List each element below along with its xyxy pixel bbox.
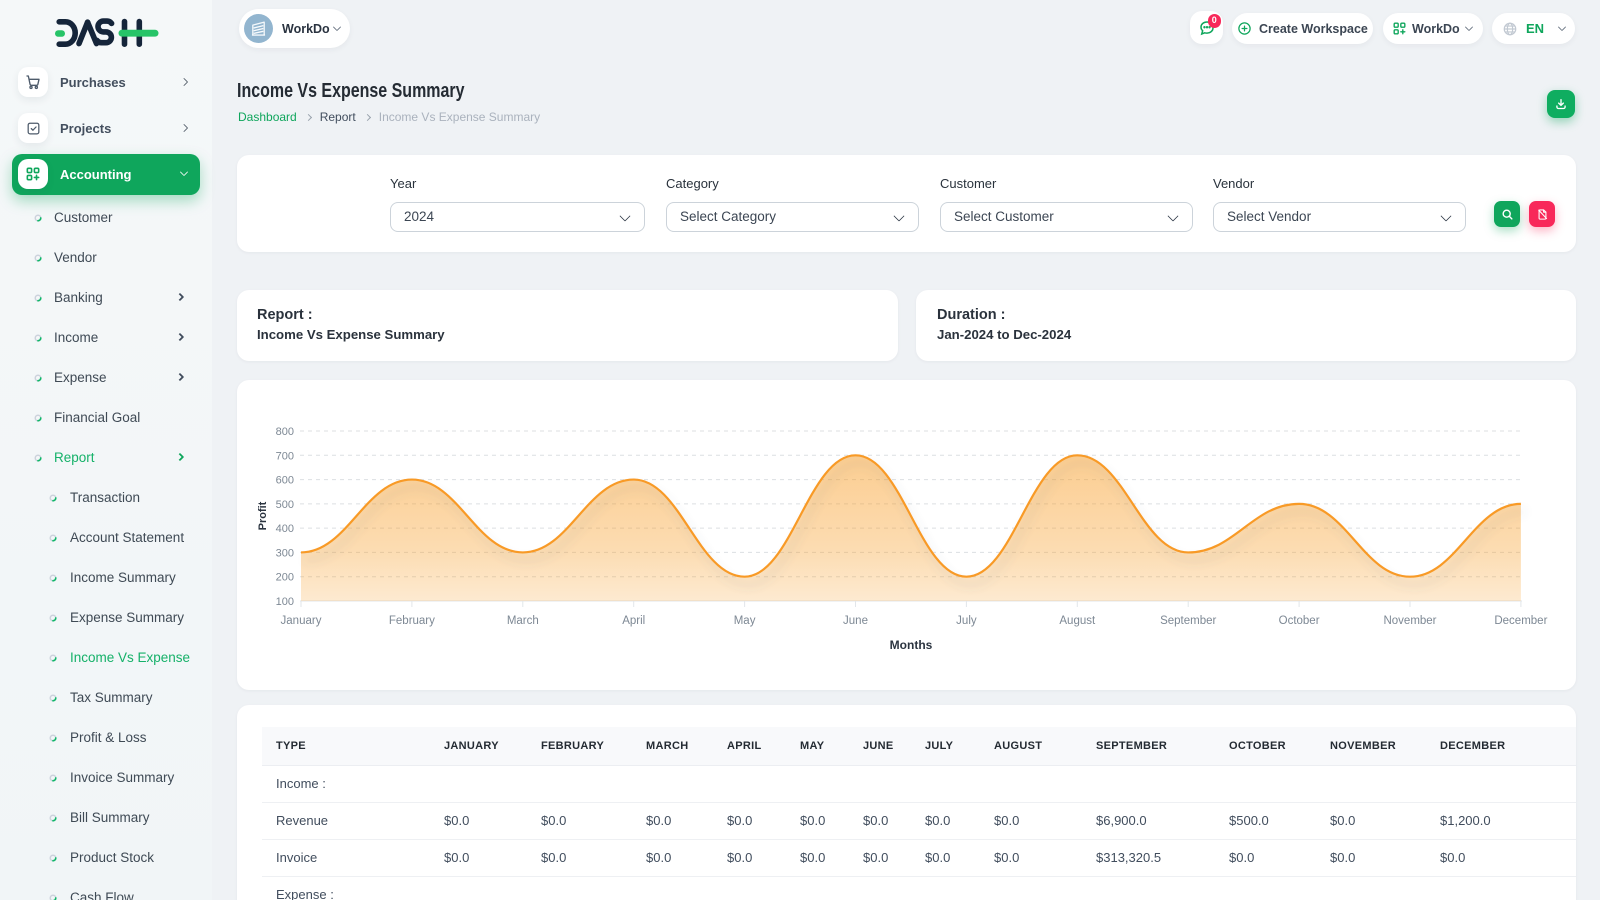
svg-text:December: December	[1494, 615, 1547, 627]
svg-text:September: September	[1160, 615, 1216, 627]
svg-text:200: 200	[276, 572, 294, 584]
svg-text:100: 100	[276, 596, 294, 608]
svg-text:August: August	[1059, 615, 1096, 627]
svg-text:June: June	[843, 615, 868, 627]
svg-text:November: November	[1383, 615, 1436, 627]
svg-text:February: February	[389, 615, 435, 627]
svg-text:March: March	[507, 615, 539, 627]
svg-text:October: October	[1279, 615, 1320, 627]
svg-text:800: 800	[276, 426, 294, 438]
svg-text:April: April	[622, 615, 645, 627]
svg-text:Months: Months	[890, 638, 933, 652]
svg-text:Profit: Profit	[257, 501, 269, 530]
svg-text:500: 500	[276, 499, 294, 511]
svg-text:January: January	[281, 615, 322, 627]
svg-text:May: May	[734, 615, 756, 627]
svg-text:400: 400	[276, 523, 294, 535]
svg-text:600: 600	[276, 475, 294, 487]
svg-text:300: 300	[276, 547, 294, 559]
svg-text:700: 700	[276, 450, 294, 462]
svg-text:July: July	[956, 615, 977, 627]
